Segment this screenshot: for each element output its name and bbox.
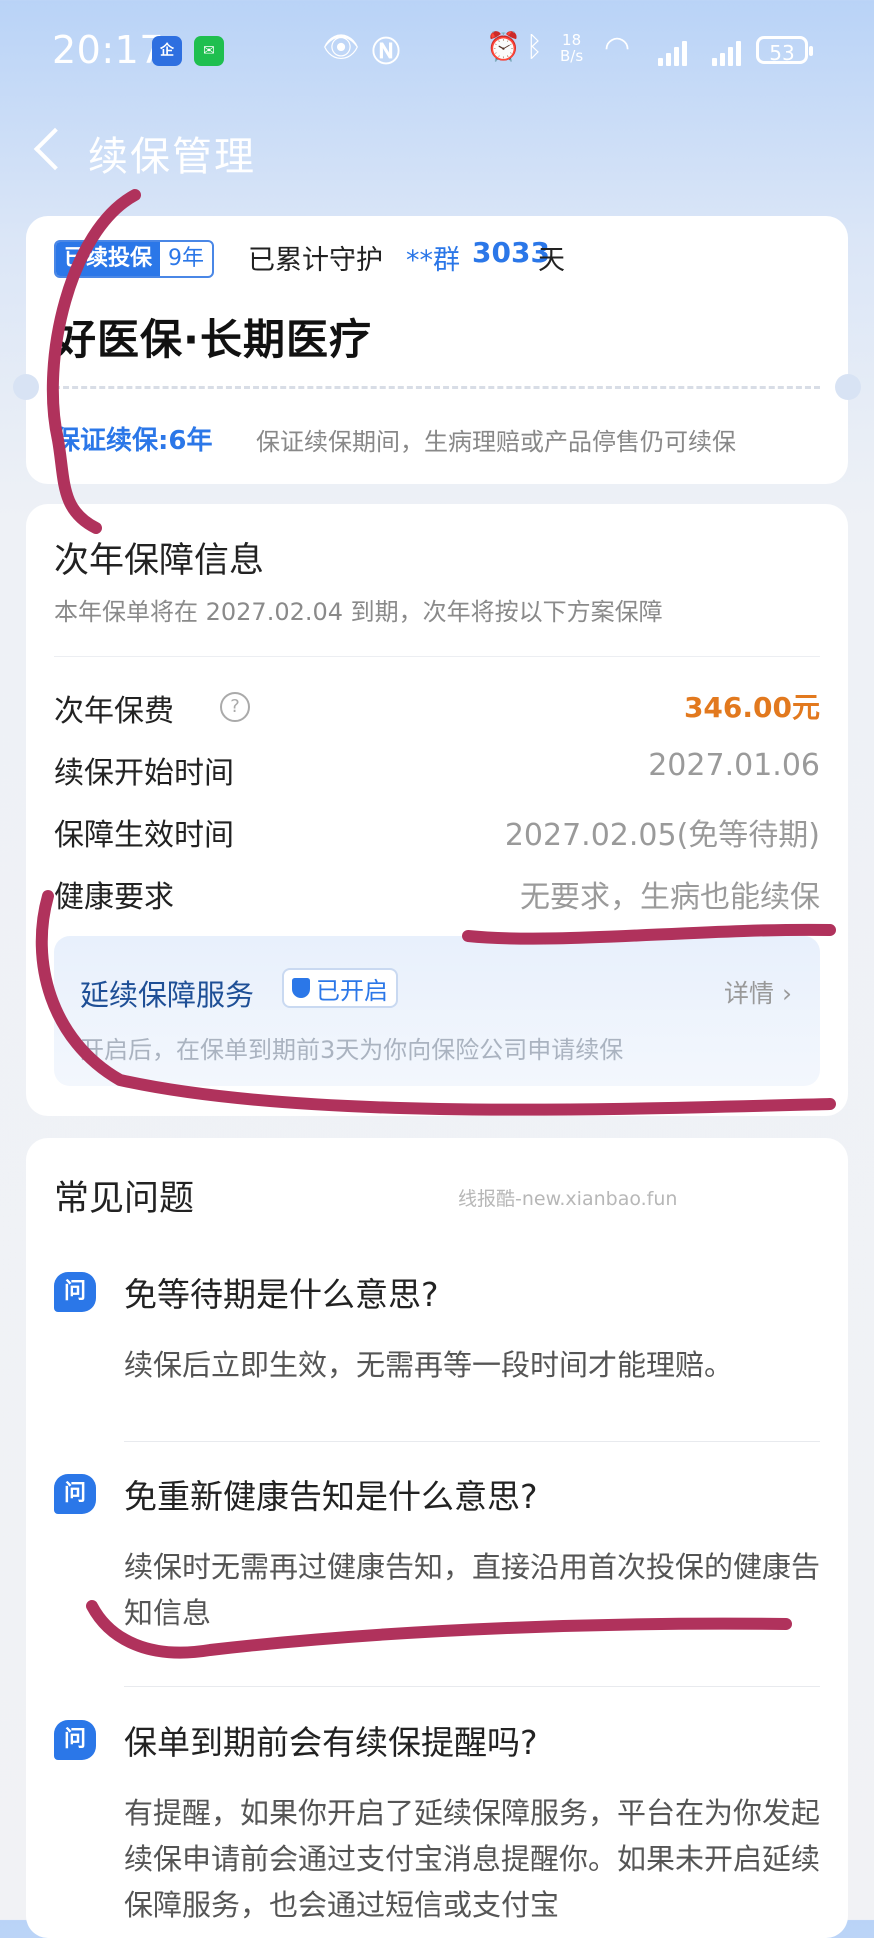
faq-question: 免等待期是什么意思?	[124, 1275, 439, 1314]
insured-name: **群	[406, 245, 460, 276]
effective-row: 保障生效时间 2027.02.05(免等待期)	[54, 804, 820, 853]
question-icon: 问	[54, 1720, 96, 1760]
faq-answer: 有提醒，如果你开启了延续保障服务，平台在为你发起续保申请前会通过支付宝消息提醒你…	[124, 1796, 821, 1922]
battery-icon: 53	[756, 36, 813, 65]
guarantee-label: 保证续保:6年	[54, 426, 213, 456]
question-icon: 问	[54, 1474, 96, 1514]
renew-tag-label: 已续投保	[56, 242, 161, 276]
guarantee-desc: 保证续保期间，生病理赔或产品停售仍可续保	[256, 428, 736, 456]
wechat-icon: ✉	[194, 36, 224, 66]
guard-text: 已累计守护	[248, 245, 383, 276]
nav-header: 续保管理	[0, 110, 874, 190]
net-speed: 18 B/s	[560, 31, 584, 65]
renew-start-label: 续保开始时间	[54, 756, 234, 791]
alarm-icon: ⏰	[486, 30, 521, 63]
next-year-card: 次年保障信息 本年保单将在 2027.02.04 到期，次年将按以下方案保障 次…	[26, 504, 848, 1116]
renew-tag: 已续投保 9年	[54, 240, 215, 278]
app-notification-icon: 企	[152, 36, 182, 66]
ticket-notch-right	[835, 374, 861, 400]
next-year-subtitle: 本年保单将在 2027.02.04 到期，次年将按以下方案保障	[54, 598, 663, 626]
health-value: 无要求，生病也能续保	[520, 880, 820, 915]
status-time: 20:17	[52, 28, 165, 72]
product-name: 好医保·长期医疗	[54, 315, 372, 364]
effective-value: 2027.02.05(免等待期)	[504, 818, 820, 853]
health-row: 健康要求 无要求，生病也能续保	[54, 866, 820, 915]
renew-tag-years: 9年	[168, 246, 205, 271]
premium-row: 次年保费 ? 346.00元	[54, 680, 820, 729]
faq-divider	[124, 1441, 820, 1442]
status-bar: 20:17 企 ✉ 👁 Ⓝ ⏰ ᛒ 18 B/s ◠ 53	[0, 22, 874, 78]
service-status-text: 已开启	[316, 976, 388, 1005]
help-icon[interactable]: ?	[220, 692, 250, 722]
wifi-icon: ◠	[604, 30, 631, 65]
premium-label: 次年保费	[54, 694, 174, 729]
dashed-divider	[54, 386, 820, 389]
bluetooth-icon: ᛒ	[526, 30, 543, 63]
effective-label: 保障生效时间	[54, 818, 234, 853]
page-title: 续保管理	[88, 134, 256, 180]
chevron-right-icon: ›	[782, 979, 792, 1008]
service-status-badge: 已开启	[282, 968, 398, 1008]
faq-title: 常见问题	[54, 1179, 195, 1219]
renew-start-row: 续保开始时间 2027.01.06	[54, 742, 820, 791]
service-title: 延续保障服务	[80, 978, 255, 1012]
nfc-icon: Ⓝ	[372, 35, 401, 68]
back-icon[interactable]	[26, 124, 76, 174]
faq-question: 免重新健康告知是什么意思?	[124, 1477, 538, 1516]
eye-icon: 👁	[322, 30, 361, 65]
health-label: 健康要求	[54, 880, 174, 915]
faq-question: 保单到期前会有续保提醒吗?	[124, 1723, 538, 1762]
premium-value: 346.00元	[683, 691, 820, 724]
policy-card: 已续投保 9年 已累计守护 **群 3033 天 好医保·长期医疗 保证续保:6…	[13, 216, 861, 484]
watermark: 线报酷-new.xianbao.fun	[458, 1188, 678, 1210]
service-desc: 开启后，在保单到期前3天为你向保险公司申请续保	[80, 1036, 624, 1064]
question-icon: 问	[54, 1272, 96, 1312]
faq-divider	[124, 1686, 820, 1687]
renew-start-value: 2027.01.06	[648, 748, 820, 783]
signal-icon-2	[712, 40, 741, 66]
signal-icon	[658, 40, 687, 66]
divider	[54, 656, 820, 657]
guard-days-unit: 天	[538, 245, 565, 276]
next-year-title: 次年保障信息	[54, 541, 265, 581]
faq-card: 常见问题 线报酷-new.xianbao.fun 问 免等待期是什么意思? 续保…	[26, 1138, 848, 1938]
shield-icon	[292, 978, 310, 998]
faq-answer: 续保后立即生效，无需再等一段时间才能理赔。	[124, 1348, 734, 1382]
ticket-notch-left	[13, 374, 39, 400]
extend-service-box[interactable]: 延续保障服务 已开启 详情 › 开启后，在保单到期前3天为你向保险公司申请续保	[54, 936, 820, 1086]
faq-answer: 续保时无需再过健康告知，直接沿用首次投保的健康告知信息	[124, 1550, 821, 1630]
service-detail-link[interactable]: 详情 ›	[724, 974, 792, 1010]
